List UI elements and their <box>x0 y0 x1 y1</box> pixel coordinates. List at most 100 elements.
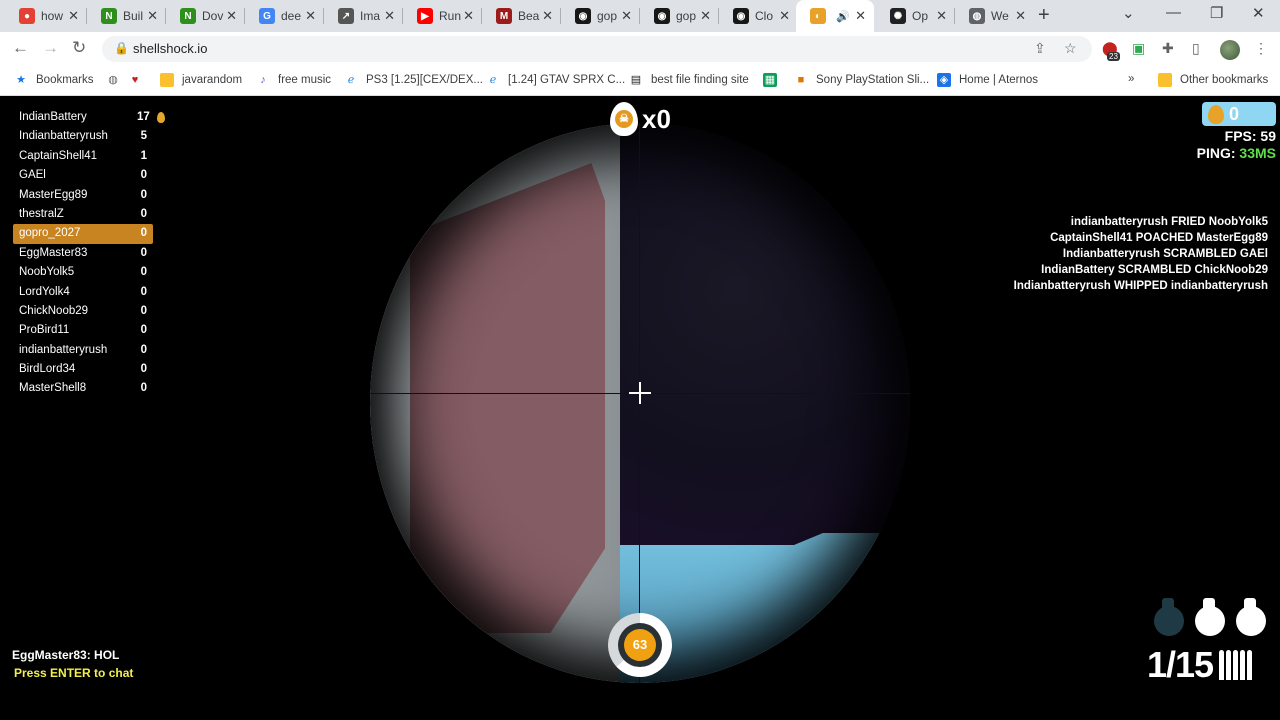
sidebar-icon[interactable]: ▯ <box>1192 40 1200 57</box>
browser-tab[interactable]: ◉ gop ✕ <box>640 0 719 32</box>
browser-tab[interactable]: M Bea ✕ <box>482 0 561 32</box>
e-icon: ℯ <box>489 74 497 86</box>
forward-button[interactable]: → <box>42 38 59 58</box>
close-tab-icon[interactable]: ✕ <box>1015 9 1026 23</box>
kill-feed-entry: CaptainShell41 POACHED MasterEgg89 <box>1050 232 1268 244</box>
browser-tab[interactable]: Gdee ✕ <box>245 0 324 32</box>
kill-feed-entry: Indianbatteryrush SCRAMBLED GAEl <box>1062 248 1268 260</box>
browser-tab[interactable]: ▶ Run ✕ <box>403 0 482 32</box>
ammo-counter: 1/15 <box>1147 644 1254 686</box>
grenade-icon <box>1193 596 1227 638</box>
github-icon: ◉ <box>654 8 670 24</box>
filefinder-icon: ▤ <box>630 74 642 86</box>
close-tab-icon[interactable]: ✕ <box>305 9 316 23</box>
close-tab-icon[interactable]: ✕ <box>463 9 474 23</box>
close-tab-icon[interactable]: ✕ <box>700 9 711 23</box>
multicolor-icon: ● <box>19 8 35 24</box>
bookmark-item[interactable]: ■ Sony PlayStation Sli... <box>794 73 929 87</box>
github-icon: ◉ <box>575 8 591 24</box>
game-canvas[interactable]: IndianBattery 17 Indianbatteryrush 5 Capta… <box>0 96 1280 720</box>
chat-hint[interactable]: Press ENTER to chat <box>14 666 133 680</box>
maximize-button[interactable]: ❐ <box>1210 4 1223 22</box>
browser-tab[interactable]: ◉ gop ✕ <box>561 0 640 32</box>
bookmark-item[interactable]: ◈ Home | Aternos <box>937 73 1038 87</box>
extension-icon[interactable]: ▣ <box>1132 40 1145 57</box>
speaker-icon[interactable]: 🔊 <box>836 10 850 23</box>
crosshair-icon <box>629 382 651 404</box>
close-tab-icon[interactable]: ✕ <box>68 9 79 23</box>
browser-tab[interactable]: ◍ We ✕ <box>955 0 1034 32</box>
star-icon: ★ <box>16 74 26 86</box>
browser-tab[interactable]: ↗ Ima ✕ <box>324 0 403 32</box>
ps-icon: ■ <box>797 74 805 86</box>
close-tab-icon[interactable]: ✕ <box>226 9 237 23</box>
bookmark-item[interactable]: ▦ <box>763 73 785 87</box>
close-tab-icon[interactable]: ✕ <box>542 9 553 23</box>
scoreboard-row: CaptainShell41 1 <box>19 149 147 162</box>
browser-tab-active[interactable]: ◐ 🔊 ✕ <box>796 0 874 32</box>
close-tab-icon[interactable]: ✕ <box>621 9 632 23</box>
menu-icon[interactable]: ⋮ <box>1254 40 1268 57</box>
e-icon: ℯ <box>347 74 355 86</box>
close-tab-icon[interactable]: ✕ <box>855 9 866 23</box>
back-button[interactable]: ← <box>12 38 29 58</box>
egg-icon: ◐ <box>810 8 826 24</box>
scoreboard-row: GAEl 0 <box>19 169 147 182</box>
bookmark-item[interactable]: ♥ <box>128 73 150 87</box>
scoreboard: IndianBattery 17 Indianbatteryrush 5 Capta… <box>13 108 165 399</box>
close-tab-icon[interactable]: ✕ <box>147 9 158 23</box>
scoreboard-row: ProBird11 0 <box>19 324 147 337</box>
aternos-icon: ◈ <box>937 73 951 87</box>
app-icon: ▦ <box>763 73 777 87</box>
browser-tab[interactable]: N Buil ✕ <box>87 0 166 32</box>
scoreboard-row: ChickNoob29 0 <box>19 304 147 317</box>
close-tab-icon[interactable]: ✕ <box>779 9 790 23</box>
tab-search-icon[interactable]: ⌄ <box>1122 4 1135 22</box>
new-tab-button[interactable]: + <box>1038 4 1050 27</box>
minimize-button[interactable]: — <box>1166 4 1181 21</box>
browser-tab[interactable]: ● how ✕ <box>5 0 87 32</box>
browser-tab[interactable]: ◉ Clo ✕ <box>719 0 798 32</box>
bookmark-item[interactable]: ℯ [1.24] GTAV SPRX C... <box>486 73 625 87</box>
globe-icon: ◍ <box>108 74 118 86</box>
scoreboard-row: IndianBattery 17 <box>13 108 165 127</box>
health-meter: 63 <box>608 613 672 677</box>
address-bar[interactable]: 🔒 shellshock.io ⇪ ☆ <box>102 36 1092 62</box>
lock-icon[interactable]: 🔒 <box>114 41 129 55</box>
browser-tab[interactable]: N Dov ✕ <box>166 0 245 32</box>
bookmark-item[interactable]: ♪ free music <box>256 73 331 87</box>
share-icon[interactable]: ⇪ <box>1034 40 1046 57</box>
url-text[interactable]: shellshock.io <box>133 41 207 56</box>
browser-toolbar: ← → ↻ 🔒 shellshock.io ⇪ ☆ ⬤ ▣ ✚ ▯ ⋮ <box>0 32 1280 66</box>
bookmark-item[interactable]: javarandom <box>160 73 242 87</box>
close-tab-icon[interactable]: ✕ <box>384 9 395 23</box>
ping-readout: PING: 33MS <box>1196 145 1276 161</box>
puzzle-icon[interactable]: ✚ <box>1162 40 1174 57</box>
scoreboard-row: NoobYolk5 0 <box>19 266 147 279</box>
reload-button[interactable]: ↻ <box>72 38 86 58</box>
bookmark-item[interactable]: ★ Bookmarks <box>14 73 93 87</box>
grenade-icon <box>1234 596 1268 638</box>
bookmark-star-icon[interactable]: ☆ <box>1064 40 1077 57</box>
scoreboard-row: BirdLord34 0 <box>19 363 147 376</box>
bookmark-item[interactable]: ▤ best file finding site <box>629 73 749 87</box>
more-bookmarks-chevron-icon[interactable]: » <box>1128 73 1134 85</box>
close-window-button[interactable]: ✕ <box>1252 4 1265 22</box>
egg-currency: 0 <box>1202 102 1276 126</box>
health-value: 63 <box>624 629 656 661</box>
bookmark-item[interactable]: ◍ <box>106 73 128 87</box>
bookmarks-bar: ★ Bookmarks ◍ ♥ javarandom ♪ free music ℯP… <box>0 66 1280 96</box>
bookmark-item[interactable]: Other bookmarks <box>1158 73 1268 87</box>
folder-icon <box>1158 73 1172 87</box>
scoreboard-row: MasterEgg89 0 <box>19 188 147 201</box>
bookmark-item[interactable]: ℯ PS3 [1.25][CEX/DEX... <box>344 73 483 87</box>
scoreboard-row: indianbatteryrush 0 <box>19 343 147 356</box>
close-tab-icon[interactable]: ✕ <box>936 9 947 23</box>
scoreboard-row-self: gopro_2027 0 <box>13 224 153 244</box>
youtube-icon: ▶ <box>417 8 433 24</box>
avatar[interactable] <box>1220 40 1240 60</box>
kill-feed-entry: Indianbatteryrush WHIPPED indianbatteryr… <box>1013 280 1268 292</box>
browser-tab[interactable]: ✺ Op ✕ <box>876 0 955 32</box>
tab-strip: ● how ✕ N Buil ✕ N Dov ✕ Gdee ✕ ↗ Ima ✕ ▶ Run ✕ M Be… <box>0 0 1280 32</box>
heart-icon: ♥ <box>131 74 139 86</box>
